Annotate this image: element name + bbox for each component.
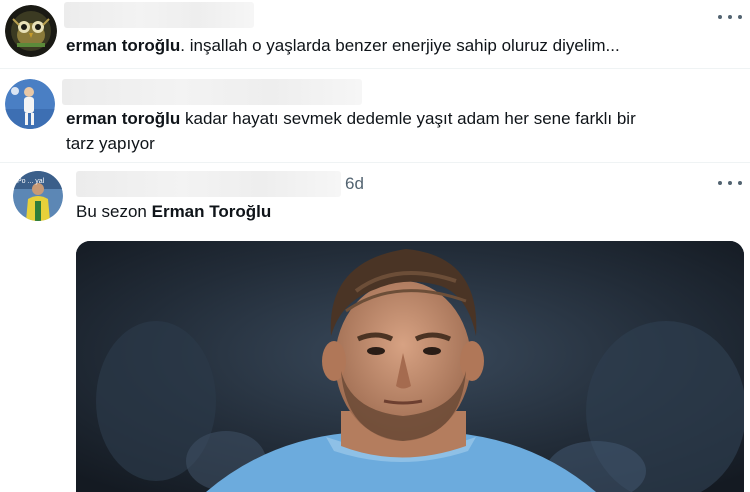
blurred-username [62, 79, 362, 105]
mention-link[interactable]: erman toroğlu [66, 109, 180, 128]
reply-text-line2: tarz yapıyor [66, 134, 155, 153]
more-options-icon[interactable] [718, 177, 742, 189]
reply-text: erman toroğlu kadar hayatı sevmek dedeml… [66, 106, 636, 131]
owl-avatar-icon[interactable] [5, 5, 57, 57]
reply-tweet-1[interactable]: erman toroğlu. inşallah o yaşlarda benze… [0, 0, 750, 68]
runner-avatar-icon[interactable] [5, 79, 55, 129]
reply-tweet-2[interactable]: erman toroğlu kadar hayatı sevmek dedeml… [0, 69, 750, 162]
mention-link[interactable]: Erman Toroğlu [152, 202, 272, 221]
footballer-avatar-icon[interactable]: Po ... yal [13, 171, 63, 221]
footballer-photo[interactable] [76, 241, 744, 492]
timestamp[interactable]: 6d [345, 174, 364, 194]
reply-body: . inşallah o yaşlarda benzer enerjiye sa… [180, 36, 620, 55]
reply-text: erman toroğlu. inşallah o yaşlarda benze… [66, 33, 620, 58]
reply-text: Bu sezon Erman Toroğlu [76, 199, 271, 224]
more-options-icon[interactable] [718, 11, 742, 23]
blurred-username [64, 2, 254, 28]
reply-body: kadar hayatı sevmek dedemle yaşıt adam h… [180, 109, 636, 128]
avatar-text: Po ... yal [17, 178, 45, 185]
reply-body: Bu sezon [76, 202, 152, 221]
mention-link[interactable]: erman toroğlu [66, 36, 180, 55]
blurred-username [76, 171, 341, 197]
